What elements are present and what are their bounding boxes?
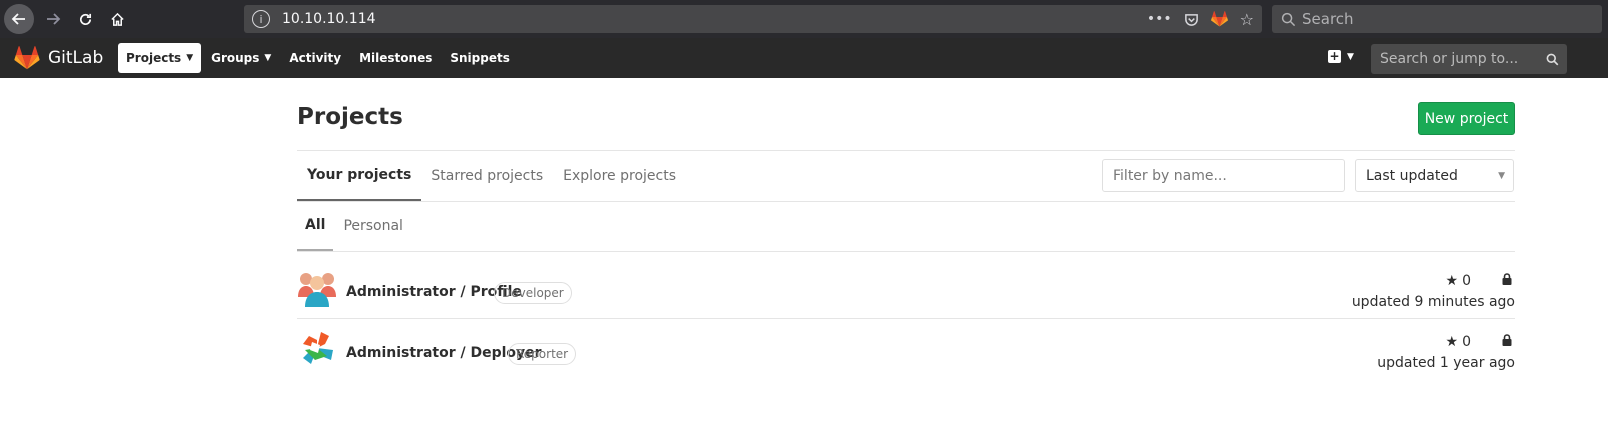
gitlab-search-input[interactable]: Search or jump to...	[1371, 44, 1567, 74]
info-icon[interactable]: i	[252, 10, 270, 28]
nav-projects[interactable]: Projects ▼	[118, 43, 202, 73]
back-button[interactable]	[4, 4, 34, 34]
chevron-down-icon: ▼	[1347, 51, 1354, 62]
search-icon	[1281, 12, 1296, 26]
gitlab-home-link[interactable]: GitLab	[14, 46, 103, 70]
nav-groups-label: Groups	[211, 51, 260, 65]
home-button[interactable]	[102, 4, 132, 34]
nav-milestones[interactable]: Milestones	[351, 43, 440, 73]
brand-name: GitLab	[48, 48, 104, 68]
chevron-down-icon: ▼	[1498, 170, 1505, 181]
project-avatar[interactable]	[297, 328, 337, 368]
gitlab-fox-icon[interactable]	[1210, 11, 1228, 27]
browser-search-placeholder: Search	[1302, 10, 1354, 28]
nav-milestones-label: Milestones	[359, 51, 433, 65]
gitlab-search-placeholder: Search or jump to...	[1380, 51, 1519, 67]
nav-activity-label: Activity	[289, 51, 342, 65]
url-bar[interactable]: i 10.10.10.114 ••• ☆	[244, 5, 1262, 33]
tab-starred-projects[interactable]: Starred projects	[421, 150, 553, 201]
search-icon	[1546, 53, 1559, 65]
divider	[297, 251, 1515, 252]
new-dropdown-button[interactable]: + ▼	[1328, 50, 1354, 63]
nav-snippets-label: Snippets	[450, 51, 510, 65]
subtab-personal[interactable]: Personal	[333, 201, 413, 251]
reload-icon	[79, 13, 91, 25]
star-icon: ★	[1445, 273, 1459, 289]
updated-timestamp: updated 1 year ago	[1377, 355, 1515, 371]
browser-search-bar[interactable]: Search	[1272, 5, 1602, 33]
role-badge: Developer	[494, 282, 572, 304]
lock-icon	[1502, 273, 1512, 288]
star-count[interactable]: ★ 0	[1446, 273, 1471, 289]
nav-groups[interactable]: Groups ▼	[203, 43, 279, 73]
reload-button[interactable]	[70, 4, 100, 34]
url-text: 10.10.10.114	[282, 11, 376, 27]
lock-icon	[1502, 334, 1512, 349]
subtab-all[interactable]: All	[297, 201, 334, 251]
arrow-left-icon	[11, 13, 25, 25]
sort-selected-value: Last updated	[1366, 167, 1458, 184]
star-count-value: 0	[1462, 273, 1471, 289]
project-subtabs: All Personal	[297, 201, 413, 251]
chevron-down-icon: ▼	[186, 53, 194, 63]
project-row[interactable]: Administrator / Deployer Reporter ★ 0 up…	[297, 318, 1515, 379]
more-icon[interactable]: •••	[1147, 11, 1172, 27]
star-count[interactable]: ★ 0	[1446, 334, 1471, 350]
gitlab-header: GitLab Projects ▼ Groups ▼ Activity Mile…	[0, 38, 1608, 78]
gitlab-logo-icon	[14, 46, 40, 70]
page-title: Projects	[297, 104, 403, 130]
updated-timestamp: updated 9 minutes ago	[1351, 294, 1515, 310]
arrow-right-icon	[47, 13, 61, 25]
nav-snippets[interactable]: Snippets	[442, 43, 518, 73]
filter-placeholder: Filter by name...	[1113, 167, 1227, 184]
star-count-value: 0	[1462, 334, 1471, 350]
divider	[297, 201, 1515, 202]
tab-your-projects[interactable]: Your projects	[297, 150, 422, 201]
tab-explore-projects[interactable]: Explore projects	[553, 150, 686, 201]
nav-projects-label: Projects	[126, 51, 182, 65]
nav-activity[interactable]: Activity	[281, 43, 349, 73]
pocket-icon[interactable]	[1184, 12, 1199, 27]
chevron-down-icon: ▼	[264, 53, 272, 63]
project-row[interactable]: Administrator / Profile Developer ★ 0 up…	[297, 257, 1515, 318]
sort-dropdown[interactable]: Last updated ▼	[1355, 159, 1514, 192]
role-badge: Reporter	[508, 343, 577, 365]
bookmark-star-icon[interactable]: ☆	[1240, 10, 1254, 29]
forward-button[interactable]	[38, 4, 68, 34]
project-tabs: Your projects Starred projects Explore p…	[297, 150, 686, 201]
project-avatar[interactable]	[297, 267, 337, 307]
plus-square-icon: +	[1328, 49, 1341, 63]
browser-toolbar: i 10.10.10.114 ••• ☆ Search	[0, 0, 1608, 38]
home-icon	[110, 12, 124, 26]
main-nav: Projects ▼ Groups ▼ Activity Milestones …	[118, 43, 520, 73]
filter-by-name-input[interactable]: Filter by name...	[1102, 159, 1345, 192]
star-icon: ★	[1445, 334, 1459, 350]
new-project-button[interactable]: New project	[1418, 102, 1515, 135]
